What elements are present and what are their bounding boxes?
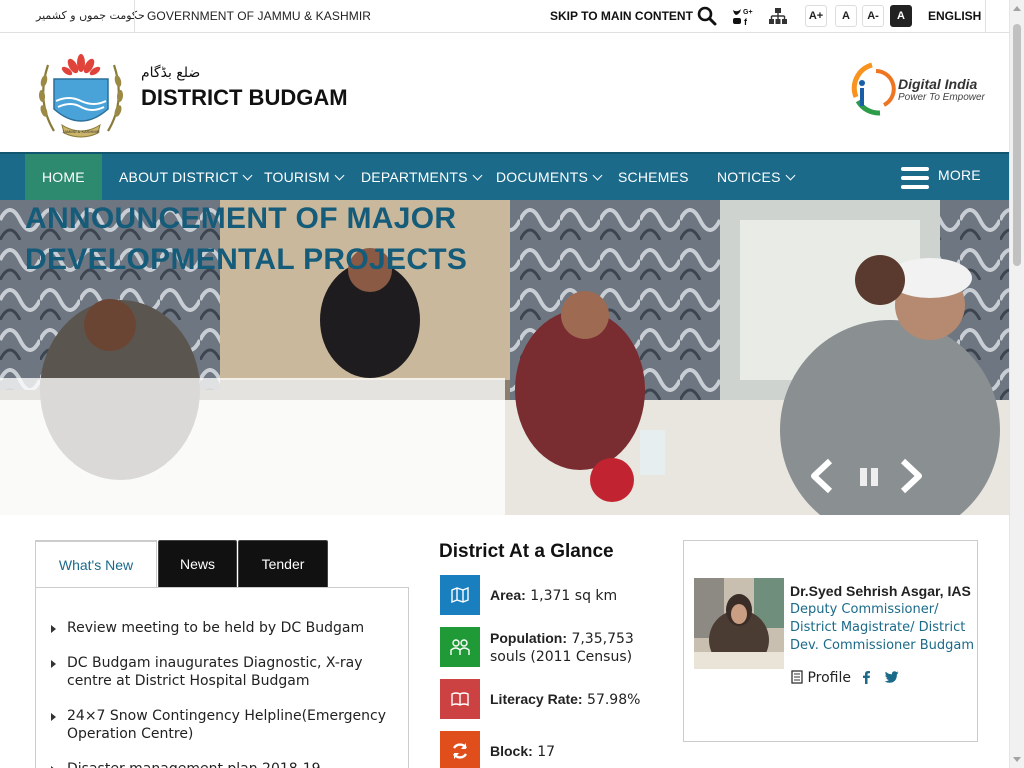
people-icon (440, 627, 480, 667)
nav-home[interactable]: HOME (25, 154, 102, 200)
glance-area: Area: 1,371 sq km (490, 586, 670, 605)
hamburger-menu-icon[interactable] (901, 167, 929, 189)
nav-departments-label: DEPARTMENTS (361, 169, 468, 185)
emblem-ribbon-label: JAMMU & KASHMIR (62, 129, 99, 134)
glance-population-label: Population: (490, 630, 567, 646)
svg-text:G+: G+ (743, 9, 753, 16)
nav-schemes[interactable]: SCHEMES (618, 154, 689, 200)
sitemap-icon[interactable] (768, 7, 788, 25)
bullet-icon (51, 660, 56, 668)
page: حکومت جموں و کشمیر GOVERNMENT OF JAMMU &… (0, 0, 1024, 768)
news-item[interactable]: Disaster management plan 2018-19 (67, 760, 387, 768)
svg-text:f: f (744, 17, 748, 26)
chevron-down-icon (472, 170, 483, 181)
nav-tourism[interactable]: TOURISM (264, 154, 345, 200)
government-urdu-label: حکومت جموں و کشمیر (36, 9, 145, 22)
vertical-scrollbar[interactable] (1009, 0, 1024, 768)
glance-literacy-value: 57.98% (587, 692, 641, 708)
chevron-down-icon (592, 170, 603, 181)
document-icon (791, 670, 803, 684)
nav-notices-label: NOTICES (717, 169, 781, 185)
nav-notices[interactable]: NOTICES (717, 154, 796, 200)
tab-whats-new[interactable]: What's New (35, 540, 157, 588)
chevron-down-icon (785, 170, 796, 181)
scroll-down-arrow-icon[interactable] (1013, 757, 1021, 762)
scroll-up-arrow-icon[interactable] (1013, 6, 1021, 11)
map-icon (440, 575, 480, 615)
font-normal-button[interactable]: A (835, 5, 857, 27)
tab-news[interactable]: News (158, 540, 237, 588)
chevron-down-icon (334, 170, 345, 181)
digital-india-tagline: Power To Empower (898, 92, 985, 103)
high-contrast-button[interactable]: A (890, 5, 912, 27)
nav-more-button[interactable]: MORE (938, 152, 981, 198)
facebook-icon[interactable] (861, 670, 871, 684)
glance-block-label: Block: (490, 743, 533, 759)
nav-about-label: ABOUT DISTRICT (119, 169, 239, 185)
slider-pause-icon[interactable] (857, 458, 881, 494)
font-decrease-button[interactable]: A- (862, 5, 884, 27)
skip-to-main-link[interactable]: SKIP TO MAIN CONTENT (550, 9, 693, 23)
main-navigation: HOME ABOUT DISTRICT TOURISM DEPARTMENTS … (0, 152, 1009, 200)
top-bar: حکومت جموں و کشمیر GOVERNMENT OF JAMMU &… (0, 0, 1009, 33)
nav-departments[interactable]: DEPARTMENTS (361, 154, 483, 200)
chevron-down-icon (242, 170, 253, 181)
glance-area-value: 1,371 sq km (530, 588, 618, 604)
nav-schemes-label: SCHEMES (618, 169, 689, 185)
glance-literacy-label: Literacy Rate: (490, 691, 583, 707)
whats-new-panel: Review meeting to be held by DC Budgam D… (35, 587, 409, 768)
glance-area-label: Area: (490, 587, 526, 603)
font-increase-button[interactable]: A+ (805, 5, 827, 27)
divider (985, 0, 986, 33)
nav-about-district[interactable]: ABOUT DISTRICT (119, 154, 253, 200)
glance-literacy: Literacy Rate: 57.98% (490, 690, 670, 709)
news-item[interactable]: DC Budgam inaugurates Diagnostic, X-ray … (67, 654, 387, 690)
jk-emblem-logo[interactable]: JAMMU & KASHMIR (34, 41, 128, 141)
tab-tender[interactable]: Tender (238, 540, 328, 588)
slide-caption[interactable]: ANNOUNCEMENT OF MAJOR DEVELOPMENTAL PROJ… (25, 198, 495, 280)
slide-caption-box (0, 378, 505, 515)
slider-next-icon[interactable] (897, 458, 927, 494)
dc-photo[interactable] (694, 578, 784, 669)
district-name[interactable]: DISTRICT BUDGAM (141, 85, 348, 111)
glance-population: Population: 7,35,753 souls (2011 Census) (490, 629, 670, 666)
book-icon (440, 679, 480, 719)
glance-block: Block: 17 (490, 742, 670, 761)
bullet-icon (51, 625, 56, 633)
dc-name: Dr.Syed Sehrish Asgar, IAS (790, 583, 971, 599)
twitter-icon[interactable] (884, 671, 899, 684)
digital-india-title: Digital India (898, 76, 978, 92)
site-header: JAMMU & KASHMIR ضلع بڈگام DISTRICT BUDGA… (0, 33, 1009, 152)
slider-prev-icon[interactable] (806, 458, 836, 494)
district-urdu-name: ضلع بڈگام (141, 65, 201, 81)
language-selector[interactable]: ENGLISH (928, 9, 981, 23)
dc-designation: Deputy Commissioner/ District Magistrate… (790, 602, 975, 653)
glance-block-value: 17 (537, 744, 556, 760)
nav-home-label: HOME (42, 169, 85, 185)
news-item[interactable]: Review meeting to be held by DC Budgam (67, 619, 387, 637)
glance-title: District At a Glance (439, 541, 614, 562)
nav-documents[interactable]: DOCUMENTS (496, 154, 603, 200)
dc-profile-link[interactable]: Profile (791, 670, 899, 686)
government-link[interactable]: GOVERNMENT OF JAMMU & KASHMIR (147, 9, 371, 23)
nav-tourism-label: TOURISM (264, 169, 330, 185)
divider (134, 0, 135, 33)
nav-documents-label: DOCUMENTS (496, 169, 589, 185)
refresh-icon (440, 731, 480, 768)
search-icon[interactable] (697, 6, 717, 26)
social-media-icon[interactable]: G+ f (731, 6, 753, 26)
news-item[interactable]: 24×7 Snow Contingency Helpline(Emergency… (67, 707, 387, 743)
dc-profile-label: Profile (807, 670, 851, 686)
bullet-icon (51, 713, 56, 721)
scrollbar-thumb[interactable] (1013, 24, 1021, 266)
